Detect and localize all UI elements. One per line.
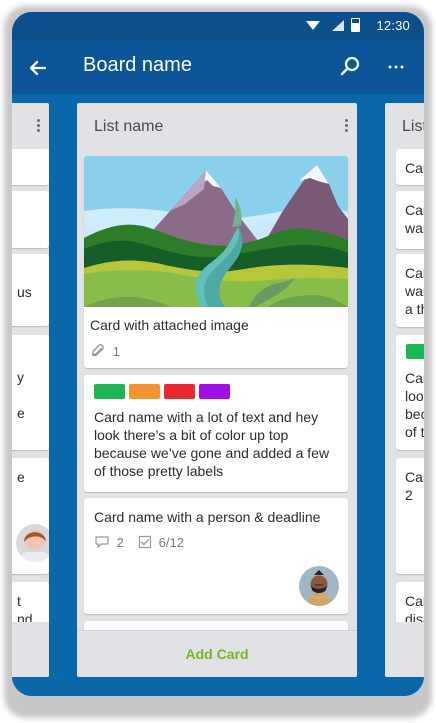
arrow-left-icon <box>29 60 47 76</box>
list-right-card-5[interactable]: Card 2 <box>396 458 424 574</box>
label-orange <box>129 384 160 399</box>
list-left: us y e e t nd <box>12 103 49 677</box>
list-right-card-3-text: Card warra a thi <box>405 265 424 317</box>
list-left-card-2[interactable] <box>12 191 49 248</box>
wifi-icon <box>306 21 320 30</box>
status-bar: 12:30 <box>12 12 424 40</box>
comment-count-value: 2 <box>116 535 124 550</box>
add-card-button[interactable]: Add Card <box>77 630 357 677</box>
list-left-card-3-text: us <box>17 284 32 300</box>
card-with-image-title: Card with attached image <box>90 317 249 333</box>
list-right-card-3[interactable]: Card warra a thi <box>396 254 424 327</box>
back-button[interactable] <box>25 55 51 81</box>
list-right-footer <box>385 622 424 677</box>
label-green <box>406 344 424 359</box>
avatar-icon <box>16 524 49 562</box>
avatar-icon <box>299 566 339 606</box>
card-with-image[interactable]: Card with attached image 1 <box>84 156 348 368</box>
label-red <box>164 384 195 399</box>
checklist-progress-value: 6/12 <box>158 535 184 550</box>
list-left-card-5-text: e <box>17 469 25 485</box>
list-right-name: List <box>402 118 424 135</box>
list-right-card-2-text: Card warra <box>405 202 424 236</box>
card-with-person-deadline[interactable]: Card name with a person & deadline 2 6/1… <box>84 498 348 614</box>
board-area[interactable]: us y e e t nd List name Card with attach… <box>12 94 424 696</box>
card-person-title: Card name with a person & deadline <box>94 509 321 525</box>
battery-icon <box>351 18 360 32</box>
avatar[interactable] <box>299 566 339 606</box>
list-right: List Card Card warra Card warra a thi Ca… <box>385 103 424 677</box>
comment-icon <box>95 536 109 548</box>
list-right-card-4[interactable]: Card look beca of th <box>396 335 424 450</box>
list-menu-button[interactable] <box>341 117 351 135</box>
list-middle-header: List name <box>77 103 357 149</box>
more-menu-button[interactable] <box>384 55 408 79</box>
app-bar: Board name <box>12 40 424 94</box>
list-right-header: List <box>385 103 424 149</box>
comment-count: 2 <box>94 535 124 550</box>
list-left-card-3[interactable]: us <box>12 254 49 326</box>
attachment-count-value: 1 <box>112 344 120 359</box>
list-right-card-5-text: Card 2 <box>405 469 424 503</box>
list-left-menu-button[interactable] <box>33 117 43 135</box>
phone-screen: 12:30 Board name us y e e t nd List name… <box>12 12 424 696</box>
card-with-labels-title: Card name with a lot of text and hey loo… <box>94 409 330 479</box>
avatar <box>16 524 49 562</box>
list-left-card-5[interactable]: e <box>12 458 49 574</box>
list-name: List name <box>94 118 164 135</box>
more-horizontal-icon <box>388 65 404 69</box>
list-left-card-4-text: y e <box>17 369 25 421</box>
search-icon <box>340 56 360 76</box>
status-time: 12:30 <box>376 18 410 33</box>
list-right-card-1-text: Card <box>405 160 424 176</box>
paperclip-icon <box>91 344 104 357</box>
list-left-footer <box>12 622 49 677</box>
list-right-card-1[interactable]: Card <box>396 149 424 185</box>
attachment-count: 1 <box>90 343 120 359</box>
checklist-progress: 6/12 <box>138 535 184 550</box>
card-cover-image <box>84 156 348 307</box>
label-purple <box>199 384 230 399</box>
list-left-header <box>12 103 49 149</box>
list-middle: List name Card with attached image 1 Car… <box>77 103 357 677</box>
label-green <box>94 384 125 399</box>
device: 12:30 Board name us y e e t nd List name… <box>0 0 436 723</box>
board-title: Board name <box>83 54 192 76</box>
list-right-card-4-text: Card look beca of th <box>405 370 424 440</box>
signal-icon <box>332 20 344 31</box>
search-button[interactable] <box>338 55 362 79</box>
card-with-labels[interactable]: Card name with a lot of text and hey loo… <box>84 375 348 492</box>
list-right-card-2[interactable]: Card warra <box>396 191 424 249</box>
list-left-card-1[interactable] <box>12 149 49 185</box>
checklist-icon <box>138 535 152 549</box>
list-left-card-4[interactable]: y e <box>12 335 49 450</box>
